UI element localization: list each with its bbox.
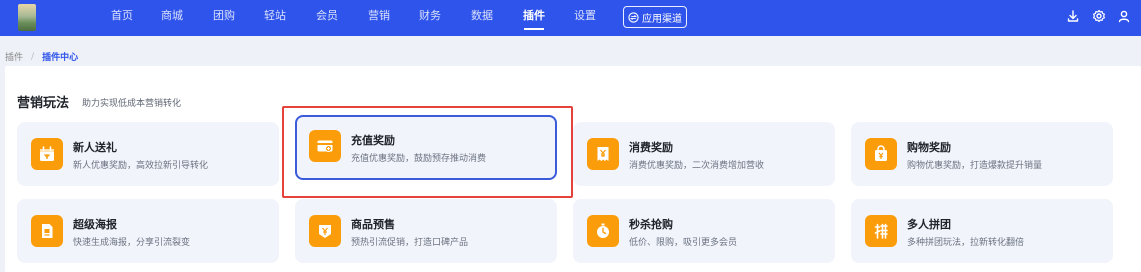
plugin-card-flash-sale[interactable]: 秒杀抢购 低价、限购，吸引更多会员	[573, 199, 835, 263]
plugin-name: 超级海报	[73, 218, 117, 231]
presale-icon	[309, 215, 341, 247]
nav-item-data[interactable]: 数据	[471, 9, 493, 23]
gear-icon[interactable]	[1092, 9, 1106, 23]
breadcrumb: 插件 / 插件中心	[5, 50, 79, 64]
plugin-desc: 购物优惠奖励，打造爆款提升销量	[907, 161, 1043, 171]
plugin-desc: 多种拼团玩法，拉新转化翻倍	[907, 238, 1025, 248]
stopwatch-icon	[587, 215, 619, 247]
nav-item-settings[interactable]: 设置	[574, 9, 596, 23]
plugin-desc: 快速生成海报，分享引流裂变	[73, 238, 191, 248]
plugin-desc: 新人优惠奖励，高效拉新引导转化	[73, 161, 209, 171]
plugin-card-newcomer-gift[interactable]: 新人送礼 新人优惠奖励，高效拉新引导转化	[17, 122, 279, 186]
section-title: 营销玩法	[17, 96, 70, 111]
plugin-name: 多人拼团	[907, 218, 951, 231]
plugin-desc: 预热引流促销，打造口碑产品	[351, 238, 469, 248]
app-channel-label: 应用渠道	[642, 13, 682, 25]
plugin-name: 充值奖励	[351, 134, 395, 147]
nav-item-member[interactable]: 会员	[316, 9, 338, 23]
plugin-card-shopping-reward[interactable]: 购物奖励 购物优惠奖励，打造爆款提升销量	[851, 122, 1113, 186]
user-icon[interactable]	[1117, 9, 1131, 23]
plugin-name: 秒杀抢购	[629, 218, 673, 231]
plugin-name: 购物奖励	[907, 141, 951, 154]
plugin-desc: 低价、限购，吸引更多会员	[629, 238, 738, 248]
plugin-card-super-poster[interactable]: 超级海报 快速生成海报，分享引流裂变	[17, 199, 279, 263]
poster-icon	[31, 215, 63, 247]
yuan-receipt-icon	[587, 138, 619, 170]
shopping-bag-icon	[865, 138, 897, 170]
plugin-desc: 消费优惠奖励，二次消费增加营收	[629, 161, 765, 171]
breadcrumb-root[interactable]: 插件	[5, 50, 23, 63]
top-nav-bar: 首页 商城 团购 轻站 会员 营销 财务 数据 插件 设置 应用渠道	[0, 0, 1141, 36]
nav-item-groupbuy[interactable]: 团购	[213, 9, 235, 23]
channel-icon	[628, 11, 639, 23]
store-logo[interactable]	[18, 4, 36, 31]
nav-item-marketing[interactable]: 营销	[368, 9, 390, 23]
nav-item-plugins[interactable]: 插件	[523, 9, 545, 23]
plugin-name: 商品预售	[351, 218, 395, 231]
nav-item-home[interactable]: 首页	[111, 9, 133, 23]
download-icon[interactable]	[1066, 9, 1080, 23]
group-buy-icon	[865, 215, 897, 247]
nav-item-finance[interactable]: 财务	[419, 9, 441, 23]
nav-item-mall[interactable]: 商城	[161, 9, 183, 23]
plugin-card-group-buy[interactable]: 多人拼团 多种拼团玩法，拉新转化翻倍	[851, 199, 1113, 263]
breadcrumb-separator: /	[31, 51, 35, 62]
plugin-card-recharge-reward[interactable]: 充值奖励 充值优惠奖励，鼓励预存推动消费	[295, 115, 557, 180]
gift-calendar-icon	[31, 138, 63, 170]
nav-item-lightsite[interactable]: 轻站	[264, 9, 286, 23]
app-channel-button[interactable]: 应用渠道	[623, 6, 687, 28]
plugin-name: 新人送礼	[73, 141, 117, 154]
section-subtitle: 助力实现低成本营销转化	[82, 99, 182, 109]
plugin-card-spend-reward[interactable]: 消费奖励 消费优惠奖励，二次消费增加营收	[573, 122, 835, 186]
plugin-name: 消费奖励	[629, 141, 673, 154]
plugin-desc: 充值优惠奖励，鼓励预存推动消费	[351, 154, 487, 164]
breadcrumb-current: 插件中心	[42, 53, 79, 63]
plugin-card-presale[interactable]: 商品预售 预热引流促销，打造口碑产品	[295, 199, 557, 263]
active-tab-indicator	[524, 28, 544, 30]
recharge-card-icon	[309, 130, 341, 162]
